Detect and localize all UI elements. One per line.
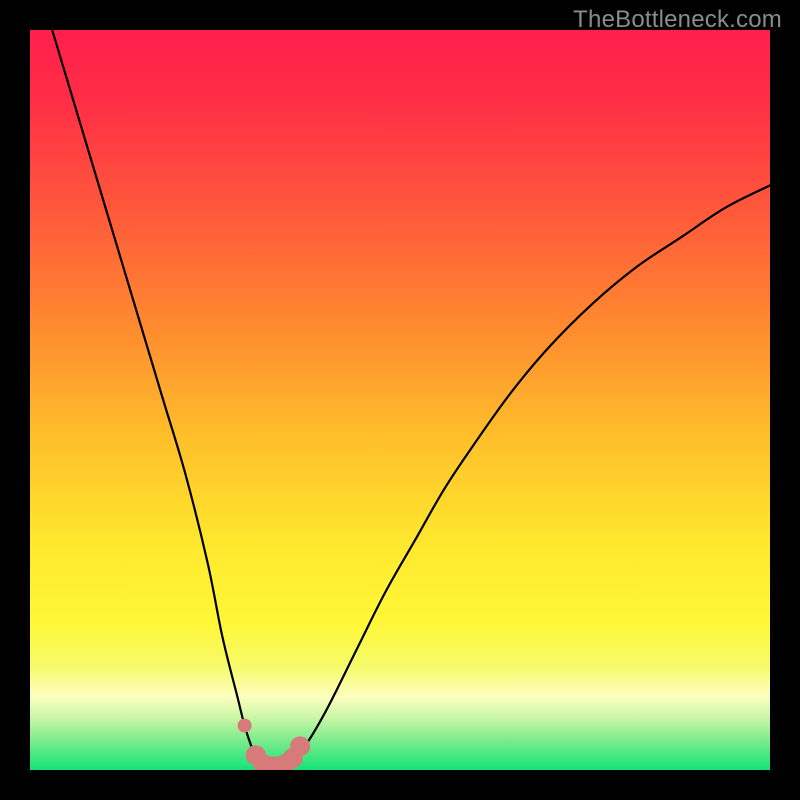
marker-dot <box>290 736 310 756</box>
chart-frame: TheBottleneck.com <box>0 0 800 800</box>
plot-area <box>30 30 770 770</box>
bottleneck-curve <box>52 30 770 770</box>
marker-dot <box>238 719 252 733</box>
curve-layer <box>30 30 770 770</box>
watermark-text: TheBottleneck.com <box>573 6 782 34</box>
flat-bottom-markers <box>238 719 311 770</box>
